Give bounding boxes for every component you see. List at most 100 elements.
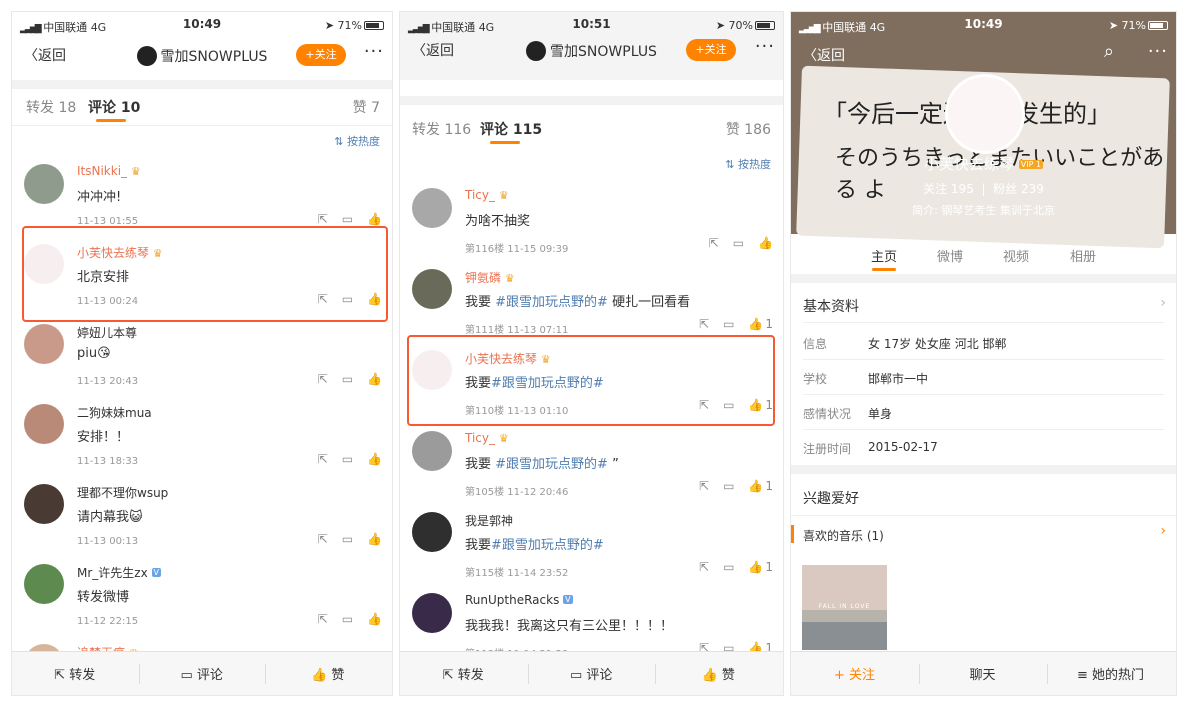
tab-comments[interactable]: 评论 115 — [480, 119, 542, 139]
like-icon[interactable]: 👍 — [367, 372, 382, 386]
sort-hot-button[interactable]: ⇅ 按热度 — [725, 156, 771, 172]
like-icon[interactable]: 👍 — [748, 317, 763, 331]
comment-icon[interactable]: ▭ — [342, 372, 353, 386]
crown-icon: ♛ — [504, 272, 515, 285]
sort-hot-button[interactable]: ⇅ 按热度 — [334, 133, 380, 149]
follow-button[interactable]: +关注 — [686, 39, 736, 61]
avatar[interactable] — [24, 324, 64, 364]
album-cover[interactable]: FALL IN LOVE — [802, 565, 887, 650]
commenter-name[interactable]: Mr_许先生zx V — [77, 564, 162, 581]
list-item: 我是郭神 我要#跟雪加玩点野的# 第115楼 11-14 23:52 ⇱ ▭ 👍 1 — [400, 504, 783, 584]
battery-level: 71% — [337, 19, 362, 32]
avatar[interactable] — [412, 512, 452, 552]
tab-bar: 转发 116 评论 115 赞 186 — [400, 113, 783, 153]
avatar[interactable] — [412, 431, 452, 471]
like-icon[interactable]: 👍 — [758, 236, 773, 250]
comment-text: 我要 #跟雪加玩点野的# 硬扎一回看看 — [465, 295, 691, 310]
her-hot-button[interactable]: ≡ 她的热门 — [1047, 664, 1174, 683]
commenter-name[interactable]: 婷妞儿本尊 — [77, 324, 137, 341]
comment-icon[interactable]: ▭ — [342, 532, 353, 546]
share-icon[interactable]: ⇱ — [318, 212, 328, 226]
location-icon: ➤ — [1108, 19, 1119, 32]
comment-text: 安排！！ — [77, 430, 130, 445]
share-icon[interactable]: ⇱ — [318, 612, 328, 626]
tab-likes[interactable]: 赞 186 — [726, 119, 771, 139]
like-icon[interactable]: 👍 — [367, 212, 382, 226]
commenter-name[interactable]: ItsNikki_ ♛ — [77, 164, 141, 178]
like-icon[interactable]: 👍 — [367, 612, 382, 626]
highlight-box — [22, 226, 388, 322]
tab-comments[interactable]: 评论 10 — [88, 97, 140, 117]
commenter-name[interactable]: RunUptheRacks V — [465, 593, 573, 607]
like-icon[interactable]: 👍 — [748, 479, 763, 493]
commenter-name[interactable]: 二狗妹妹mua — [77, 404, 152, 421]
avatar[interactable] — [412, 593, 452, 633]
like-button[interactable]: 👍 赞 — [655, 664, 781, 683]
commenter-name[interactable]: Ticy_ ♛ — [465, 188, 509, 202]
more-icon[interactable]: ··· — [364, 41, 384, 62]
share-icon[interactable]: ⇱ — [318, 452, 328, 466]
comment-icon[interactable]: ▭ — [733, 236, 744, 250]
share-icon[interactable]: ⇱ — [699, 317, 709, 331]
vip-badge: V — [563, 595, 573, 604]
comment-time: 第115楼 11-14 23:52 — [465, 568, 569, 579]
tab-reposts[interactable]: 转发 18 — [26, 97, 76, 117]
avatar[interactable] — [412, 269, 452, 309]
commenter-name[interactable]: 钾氨磷 ♛ — [465, 269, 515, 286]
comment-icon[interactable]: ▭ — [723, 479, 734, 493]
more-icon[interactable]: ··· — [1148, 41, 1168, 62]
share-icon[interactable]: ⇱ — [318, 372, 328, 386]
sort-icon: ⇅ — [725, 158, 735, 171]
search-icon[interactable]: ⌕ — [1104, 41, 1114, 62]
repost-button[interactable]: ⇱ 转发 — [400, 664, 526, 683]
tab-weibo[interactable]: 微博 — [937, 246, 963, 265]
comment-icon[interactable]: ▭ — [342, 212, 353, 226]
avatar[interactable] — [24, 404, 64, 444]
list-item: 二狗妹妹mua 安排！！ 11-13 18:33 ⇱ ▭ 👍 — [12, 396, 392, 476]
avatar[interactable] — [24, 164, 64, 204]
commenter-name[interactable]: 理都不理你wsup — [77, 484, 168, 501]
tab-album[interactable]: 相册 — [1070, 246, 1096, 265]
avatar[interactable] — [24, 564, 64, 604]
fans-count[interactable]: 粉丝 239 — [993, 182, 1044, 196]
tab-video[interactable]: 视频 — [1003, 246, 1029, 265]
avatar — [526, 41, 547, 61]
follow-button[interactable]: + 关注 — [791, 664, 918, 683]
tab-home[interactable]: 主页 — [871, 246, 897, 265]
following-count[interactable]: 关注 195 — [923, 182, 974, 196]
chat-button[interactable]: 聊天 — [919, 664, 1046, 683]
commenter-name[interactable]: 我是郭神 — [465, 512, 513, 529]
chevron-right-icon[interactable]: › — [1160, 295, 1166, 311]
repost-button[interactable]: ⇱ 转发 — [12, 664, 137, 683]
like-icon[interactable]: 👍 — [367, 532, 382, 546]
bottom-toolbar: + 关注 聊天 ≡ 她的热门 — [791, 651, 1176, 695]
crown-icon: ♛ — [130, 165, 141, 178]
like-button[interactable]: 👍 赞 — [265, 664, 390, 683]
follow-button[interactable]: +关注 — [296, 44, 346, 66]
tab-likes[interactable]: 赞 7 — [353, 97, 380, 117]
tab-reposts[interactable]: 转发 116 — [412, 119, 471, 139]
comment-icon[interactable]: ▭ — [723, 317, 734, 331]
chevron-right-icon: › — [1160, 523, 1166, 539]
share-icon[interactable]: ⇱ — [318, 532, 328, 546]
comment-icon[interactable]: ▭ — [342, 612, 353, 626]
favorite-music-row[interactable]: 喜欢的音乐 (1) › — [791, 521, 1176, 551]
avatar[interactable] — [24, 484, 64, 524]
profile-avatar[interactable] — [945, 74, 1025, 154]
more-icon[interactable]: ··· — [755, 36, 775, 57]
share-icon[interactable]: ⇱ — [699, 479, 709, 493]
comment-button[interactable]: ▭ 评论 — [139, 664, 264, 683]
comment-icon[interactable]: ▭ — [342, 452, 353, 466]
divider — [791, 465, 1176, 474]
basic-info-title[interactable]: 基本资料 — [803, 296, 859, 316]
comment-icon[interactable]: ▭ — [723, 560, 734, 574]
avatar[interactable] — [412, 188, 452, 228]
commenter-name[interactable]: Ticy_ ♛ — [465, 431, 509, 445]
back-button[interactable]: 〈返回 — [803, 45, 845, 65]
nav-bar: 〈返回 雪加SNOWPLUS +关注 ··· — [12, 39, 392, 71]
like-icon[interactable]: 👍 — [367, 452, 382, 466]
like-icon[interactable]: 👍 — [748, 560, 763, 574]
share-icon[interactable]: ⇱ — [699, 560, 709, 574]
comment-button[interactable]: ▭ 评论 — [528, 664, 654, 683]
share-icon[interactable]: ⇱ — [709, 236, 719, 250]
